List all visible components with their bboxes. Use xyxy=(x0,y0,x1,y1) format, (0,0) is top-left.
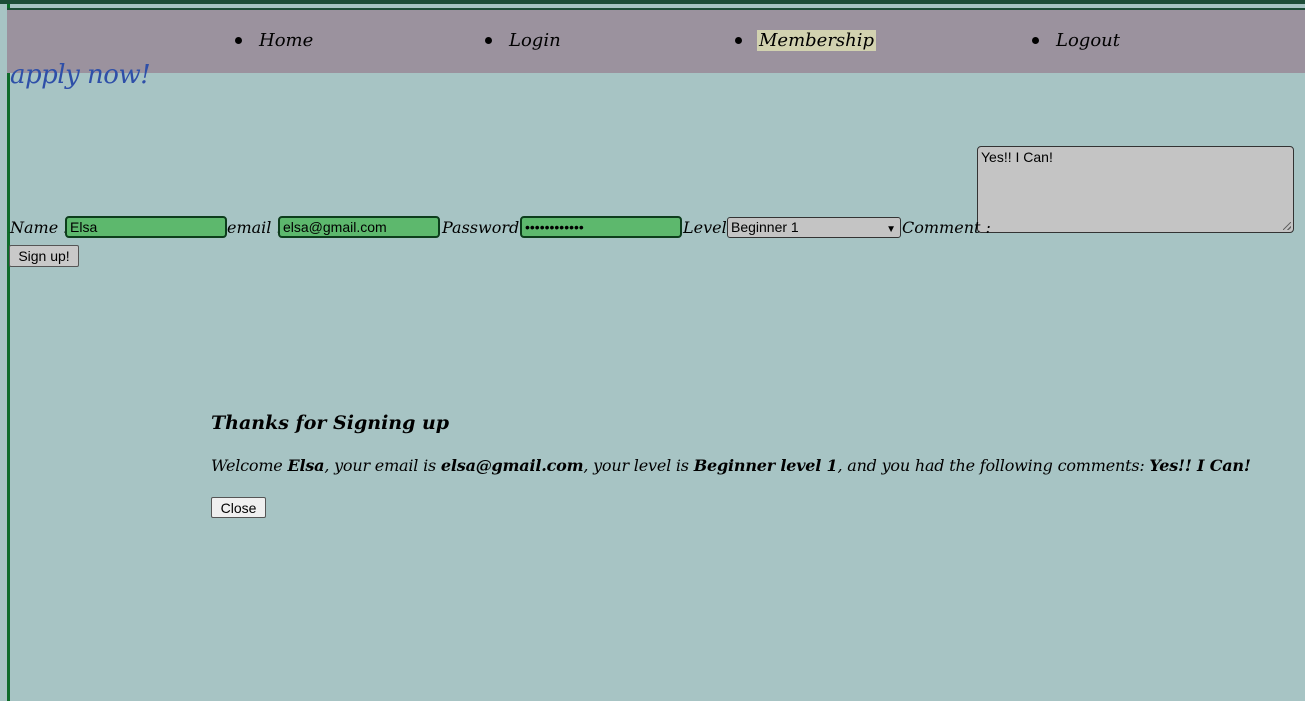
nav-list: Home Login Membership Logout xyxy=(7,10,1305,73)
signup-button[interactable]: Sign up! xyxy=(9,245,79,267)
comment-value: Yes!! I Can! xyxy=(981,149,1053,165)
bullet-icon xyxy=(235,37,242,44)
password-value: •••••••••••• xyxy=(525,219,584,235)
email-value: elsa@gmail.com xyxy=(283,219,387,235)
thanks-email: elsa@gmail.com xyxy=(440,456,584,475)
nav-item-label: Login xyxy=(509,30,561,51)
thanks-name: Elsa xyxy=(287,456,325,475)
comment-prefix-text: , and you had the following comments: xyxy=(837,456,1150,475)
name-value: Elsa xyxy=(70,219,98,235)
resize-grip-icon[interactable] xyxy=(1283,222,1291,230)
nav-item-login[interactable]: Login xyxy=(485,27,563,55)
nav-item-label: Membership xyxy=(757,30,877,51)
name-field[interactable]: Elsa xyxy=(65,216,227,238)
thanks-comment: Yes!! I Can! xyxy=(1149,456,1251,475)
email-field[interactable]: elsa@gmail.com xyxy=(278,216,440,238)
thanks-message: Welcome Elsa, your email is elsa@gmail.c… xyxy=(211,456,1251,475)
comment-textarea[interactable]: Yes!! I Can! xyxy=(977,146,1294,233)
page-heading: apply now! xyxy=(10,60,151,90)
thanks-title: Thanks for Signing up xyxy=(211,412,450,434)
level-value: Beginner 1 xyxy=(731,219,799,235)
name-label: Name : xyxy=(10,218,69,237)
level-select[interactable]: Beginner 1 ▼ xyxy=(727,217,901,238)
nav-item-logout[interactable]: Logout xyxy=(1032,27,1122,55)
welcome-text: Welcome xyxy=(211,456,288,475)
nav-item-label: Home xyxy=(259,30,314,51)
email-prefix-text: , your email is xyxy=(324,456,441,475)
close-button[interactable]: Close xyxy=(211,497,266,518)
page: Home Login Membership Logout apply now! … xyxy=(0,0,1305,701)
left-accent-border xyxy=(7,4,10,701)
bullet-icon xyxy=(735,37,742,44)
comment-label: Comment : xyxy=(902,218,991,237)
bullet-icon xyxy=(485,37,492,44)
top-accent-bar xyxy=(0,0,1305,4)
level-prefix-text: , your level is xyxy=(583,456,694,475)
password-label: Password : xyxy=(442,218,530,237)
nav-item-label: Logout xyxy=(1056,30,1120,51)
chevron-down-icon: ▼ xyxy=(886,224,896,235)
main-nav: Home Login Membership Logout xyxy=(7,8,1305,73)
nav-item-membership[interactable]: Membership xyxy=(735,27,877,55)
nav-item-home[interactable]: Home xyxy=(235,27,315,55)
bullet-icon xyxy=(1032,37,1039,44)
email-label: email : xyxy=(227,218,282,237)
password-field[interactable]: •••••••••••• xyxy=(520,216,682,238)
thanks-level: Beginner level 1 xyxy=(693,456,838,475)
